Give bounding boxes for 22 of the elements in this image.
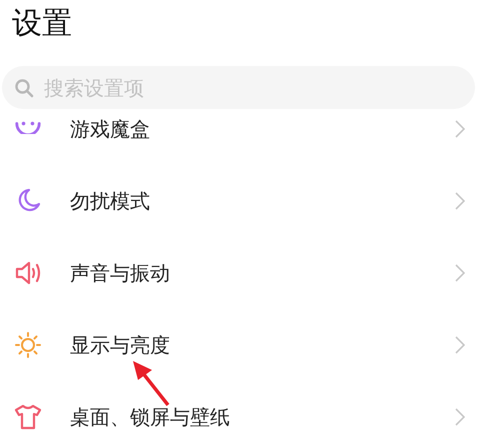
game-icon bbox=[14, 120, 42, 134]
setting-label[interactable]: 勿扰模式 bbox=[70, 188, 455, 214]
settings-row[interactable]: 桌面、锁屏与壁纸 bbox=[0, 381, 477, 435]
chevron-right-icon bbox=[455, 336, 465, 354]
chevron-right-icon bbox=[455, 264, 465, 282]
arrow-annotation bbox=[130, 360, 170, 406]
setting-label[interactable]: 游戏魔盒 bbox=[70, 116, 455, 142]
settings-row[interactable]: 游戏魔盒 bbox=[0, 109, 477, 165]
page-title: 设置 bbox=[11, 5, 73, 43]
settings-row[interactable]: 声音与振动 bbox=[0, 237, 477, 309]
chevron-right-icon bbox=[455, 192, 465, 210]
settings-row[interactable]: 显示与亮度 bbox=[0, 309, 477, 381]
chevron-right-icon bbox=[455, 408, 465, 426]
setting-label[interactable]: 显示与亮度 bbox=[70, 332, 455, 358]
chevron-right-icon bbox=[455, 120, 465, 138]
settings-row[interactable]: 勿扰模式 bbox=[0, 165, 477, 237]
sun-icon bbox=[14, 331, 42, 359]
shirt-icon bbox=[14, 403, 42, 431]
sound-icon bbox=[14, 259, 42, 287]
setting-label[interactable]: 桌面、锁屏与壁纸 bbox=[70, 404, 455, 430]
setting-label[interactable]: 声音与振动 bbox=[70, 260, 455, 286]
search-icon bbox=[14, 78, 34, 98]
